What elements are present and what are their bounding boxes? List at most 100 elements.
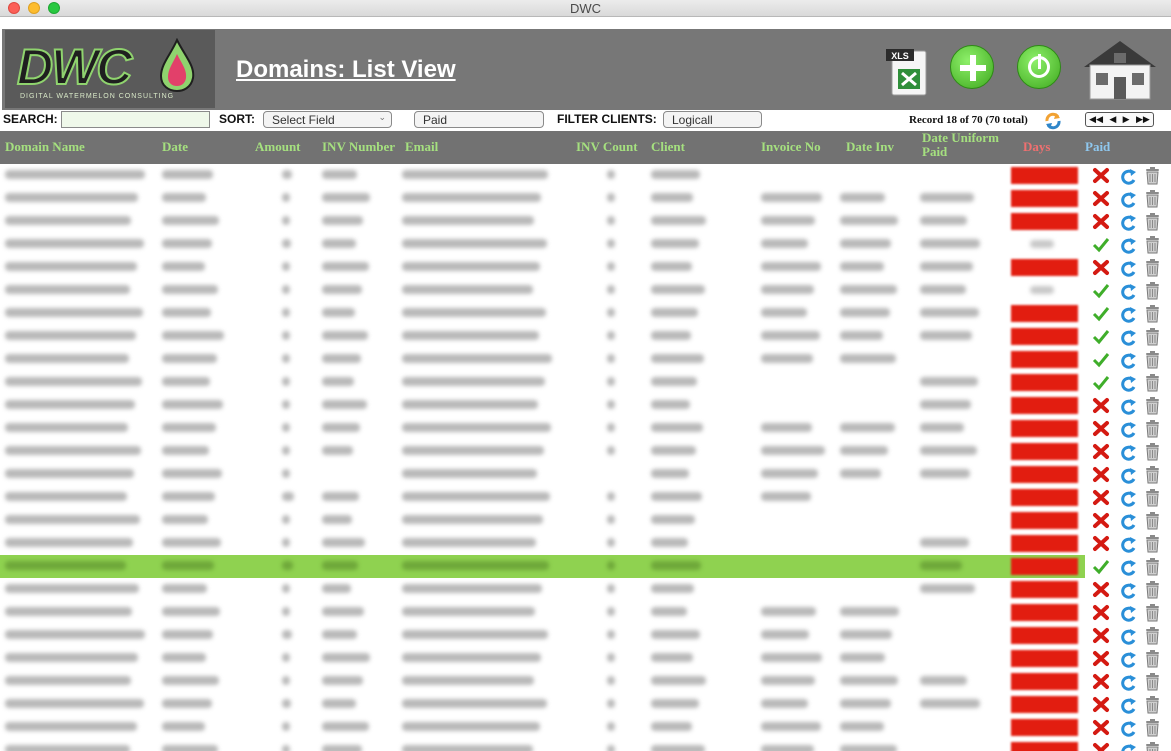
trash-icon[interactable] (1144, 741, 1161, 751)
redo-icon[interactable] (1120, 489, 1138, 507)
redo-icon[interactable] (1120, 420, 1138, 438)
col-domain-name[interactable]: Domain Name (5, 139, 85, 155)
row-cells[interactable] (0, 509, 1085, 532)
table-row[interactable] (0, 256, 1171, 279)
table-row[interactable] (0, 440, 1171, 463)
table-row[interactable] (0, 532, 1171, 555)
trash-icon[interactable] (1144, 189, 1161, 208)
table-row[interactable] (0, 509, 1171, 532)
row-cells[interactable] (0, 187, 1085, 210)
redo-icon[interactable] (1120, 466, 1138, 484)
table-row[interactable] (0, 371, 1171, 394)
table-row[interactable] (0, 325, 1171, 348)
search-input[interactable] (61, 111, 210, 128)
redo-icon[interactable] (1120, 719, 1138, 737)
row-cells[interactable] (0, 578, 1085, 601)
trash-icon[interactable] (1144, 534, 1161, 553)
power-button[interactable] (1017, 45, 1061, 89)
first-record-icon[interactable]: ◀◀ (1089, 114, 1103, 125)
sort-select[interactable]: Select Field ⌄ (263, 111, 392, 128)
paid-check-icon[interactable] (1092, 558, 1110, 575)
trash-icon[interactable] (1144, 235, 1161, 254)
table-row[interactable] (0, 348, 1171, 371)
col-invoice-no[interactable]: Invoice No (761, 139, 821, 155)
col-email[interactable]: Email (405, 139, 438, 155)
redo-icon[interactable] (1120, 282, 1138, 300)
row-cells[interactable] (0, 601, 1085, 624)
redo-icon[interactable] (1120, 650, 1138, 668)
trash-icon[interactable] (1144, 718, 1161, 737)
unpaid-x-icon[interactable] (1092, 489, 1110, 506)
paid-filter-field[interactable]: Paid (414, 111, 544, 128)
row-cells[interactable] (0, 325, 1085, 348)
paid-check-icon[interactable] (1092, 374, 1110, 391)
unpaid-x-icon[interactable] (1092, 535, 1110, 552)
unpaid-x-icon[interactable] (1092, 466, 1110, 483)
trash-icon[interactable] (1144, 626, 1161, 645)
trash-icon[interactable] (1144, 442, 1161, 461)
previous-record-icon[interactable]: ◀ (1109, 114, 1116, 125)
paid-check-icon[interactable] (1092, 351, 1110, 368)
table-row[interactable] (0, 555, 1171, 578)
trash-icon[interactable] (1144, 672, 1161, 691)
row-cells[interactable] (0, 256, 1085, 279)
redo-icon[interactable] (1120, 558, 1138, 576)
next-record-icon[interactable]: ▶ (1123, 114, 1130, 125)
filter-clients-field[interactable]: Logicall (663, 111, 762, 128)
trash-icon[interactable] (1144, 373, 1161, 392)
export-xls-button[interactable]: XLS (882, 47, 930, 97)
table-row[interactable] (0, 601, 1171, 624)
table-row[interactable] (0, 417, 1171, 440)
table-row[interactable] (0, 394, 1171, 417)
paid-check-icon[interactable] (1092, 282, 1110, 299)
col-inv-count[interactable]: INV Count (576, 139, 638, 155)
trash-icon[interactable] (1144, 419, 1161, 438)
unpaid-x-icon[interactable] (1092, 696, 1110, 713)
table-row[interactable] (0, 716, 1171, 739)
table-row[interactable] (0, 279, 1171, 302)
col-amount[interactable]: Amount (255, 139, 301, 155)
unpaid-x-icon[interactable] (1092, 213, 1110, 230)
trash-icon[interactable] (1144, 281, 1161, 300)
col-date-uniform-paid[interactable]: Date Uniform Paid (922, 131, 999, 159)
row-cells[interactable] (0, 555, 1085, 578)
unpaid-x-icon[interactable] (1092, 604, 1110, 621)
table-row[interactable] (0, 210, 1171, 233)
row-cells[interactable] (0, 210, 1085, 233)
trash-icon[interactable] (1144, 327, 1161, 346)
row-cells[interactable] (0, 233, 1085, 256)
row-cells[interactable] (0, 670, 1085, 693)
trash-icon[interactable] (1144, 166, 1161, 185)
row-cells[interactable] (0, 716, 1085, 739)
row-cells[interactable] (0, 440, 1085, 463)
redo-icon[interactable] (1120, 305, 1138, 323)
trash-icon[interactable] (1144, 580, 1161, 599)
row-cells[interactable] (0, 486, 1085, 509)
unpaid-x-icon[interactable] (1092, 512, 1110, 529)
trash-icon[interactable] (1144, 695, 1161, 714)
trash-icon[interactable] (1144, 350, 1161, 369)
trash-icon[interactable] (1144, 465, 1161, 484)
unpaid-x-icon[interactable] (1092, 190, 1110, 207)
row-cells[interactable] (0, 739, 1085, 751)
col-paid[interactable]: Paid (1085, 139, 1110, 155)
table-row[interactable] (0, 302, 1171, 325)
col-date-inv[interactable]: Date Inv (846, 139, 894, 155)
row-cells[interactable] (0, 693, 1085, 716)
redo-icon[interactable] (1120, 673, 1138, 691)
unpaid-x-icon[interactable] (1092, 673, 1110, 690)
unpaid-x-icon[interactable] (1092, 443, 1110, 460)
paid-check-icon[interactable] (1092, 305, 1110, 322)
trash-icon[interactable] (1144, 396, 1161, 415)
col-inv-number[interactable]: INV Number (322, 139, 395, 155)
table-row[interactable] (0, 624, 1171, 647)
table-row[interactable] (0, 164, 1171, 187)
table-row[interactable] (0, 647, 1171, 670)
col-date[interactable]: Date (162, 139, 188, 155)
table-row[interactable] (0, 486, 1171, 509)
paid-check-icon[interactable] (1092, 328, 1110, 345)
table-row[interactable] (0, 670, 1171, 693)
table-row[interactable] (0, 578, 1171, 601)
table-row[interactable] (0, 187, 1171, 210)
redo-icon[interactable] (1120, 328, 1138, 346)
